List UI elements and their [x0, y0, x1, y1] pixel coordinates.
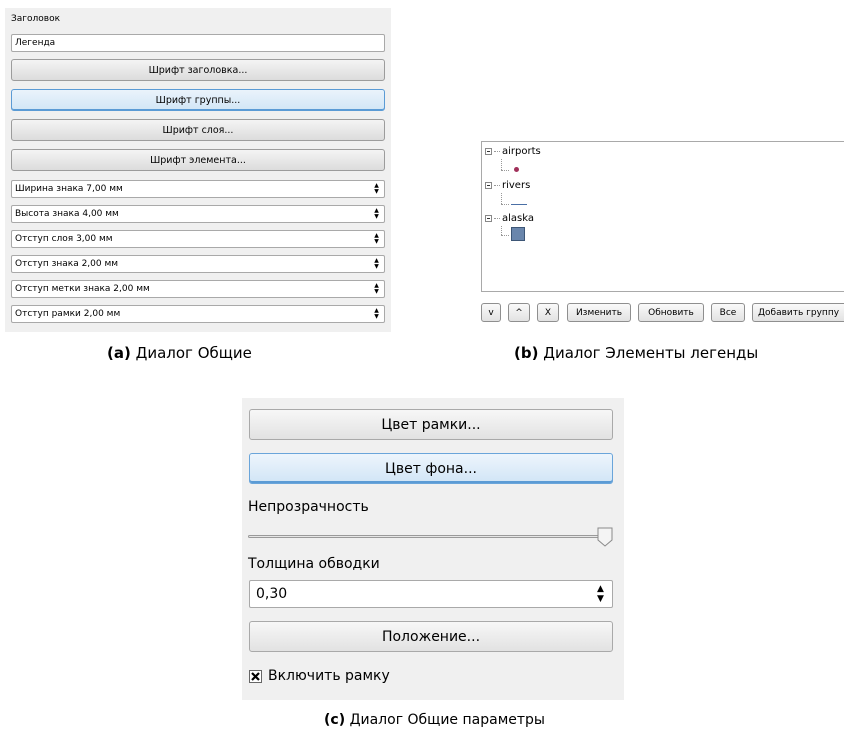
collapse-icon[interactable] [485, 148, 492, 155]
background-color-button[interactable]: Цвет фона... [249, 453, 613, 484]
caption-b: (b) Диалог Элементы легенды [514, 344, 758, 362]
spin-down-icon[interactable]: ▼ [371, 239, 382, 245]
checkbox-checked-icon[interactable] [249, 669, 262, 683]
spin-arrows[interactable]: ▲ ▼ [371, 257, 382, 271]
spin-arrows[interactable]: ▲ ▼ [371, 307, 382, 321]
tree-connector [494, 185, 500, 186]
airports-point-symbol [514, 167, 519, 172]
enable-frame-checkbox[interactable]: Включить рамку [249, 668, 390, 684]
remove-button[interactable]: X [537, 303, 559, 322]
symbol-width-spinbox[interactable]: Ширина знака 7,00 мм ▲ ▼ [11, 180, 385, 198]
caption-b-tag: (b) [514, 344, 539, 362]
caption-a: (a) Диалог Общие [107, 344, 252, 362]
slider-track [248, 535, 608, 538]
spin-arrows[interactable]: ▲ ▼ [371, 182, 382, 196]
caption-a-tag: (a) [107, 344, 131, 362]
tree-connector [494, 218, 500, 219]
stroke-width-spinbox[interactable]: 0,30 ▲ ▼ [249, 580, 613, 608]
move-up-button[interactable]: ^ [508, 303, 530, 322]
spin-down-icon[interactable]: ▼ [371, 314, 382, 320]
alaska-polygon-symbol [511, 227, 525, 241]
caption-c: (c) Диалог Общие параметры [324, 712, 545, 728]
spin-down-icon[interactable]: ▼ [592, 594, 609, 604]
rivers-line-symbol [511, 204, 527, 205]
spin-down-icon[interactable]: ▼ [371, 189, 382, 195]
symbol-space-value: Отступ знака 2,00 мм [15, 259, 119, 269]
spin-up-icon[interactable]: ▲ [592, 584, 609, 594]
stroke-width-value: 0,30 [256, 586, 288, 602]
caption-a-text: Диалог Общие [135, 344, 252, 362]
slider-handle[interactable] [596, 527, 614, 547]
opacity-label: Непрозрачность [248, 499, 369, 515]
frame-color-button[interactable]: Цвет рамки... [249, 409, 613, 440]
box-space-value: Отступ рамки 2,00 мм [15, 309, 121, 319]
title-label: Заголовок [11, 14, 61, 24]
icon-label-space-value: Отступ метки знака 2,00 мм [15, 284, 150, 294]
spin-down-icon[interactable]: ▼ [371, 264, 382, 270]
tree-connector [501, 235, 509, 236]
symbol-height-spinbox[interactable]: Высота знака 4,00 мм ▲ ▼ [11, 205, 385, 223]
symbol-width-value: Ширина знака 7,00 мм [15, 184, 123, 194]
symbol-space-spinbox[interactable]: Отступ знака 2,00 мм ▲ ▼ [11, 255, 385, 273]
symbol-height-value: Высота знака 4,00 мм [15, 209, 119, 219]
tree-connector [494, 151, 500, 152]
tree-connector [501, 204, 509, 205]
position-button[interactable]: Положение... [249, 621, 613, 652]
spin-arrows[interactable]: ▲ ▼ [371, 282, 382, 296]
tree-item-label: airports [502, 146, 541, 157]
title-input[interactable]: Легенда [11, 34, 385, 52]
tree-item-label: rivers [502, 180, 531, 191]
spin-arrows[interactable]: ▲ ▼ [592, 582, 609, 606]
move-down-button[interactable]: v [481, 303, 501, 322]
collapse-icon[interactable] [485, 215, 492, 222]
all-button[interactable]: Все [711, 303, 745, 322]
edit-button[interactable]: Изменить [567, 303, 631, 322]
update-button[interactable]: Обновить [638, 303, 704, 322]
enable-frame-label: Включить рамку [268, 668, 390, 684]
spin-down-icon[interactable]: ▼ [371, 214, 382, 220]
spin-arrows[interactable]: ▲ ▼ [371, 232, 382, 246]
general-params-panel [242, 398, 624, 700]
title-font-button[interactable]: Шрифт заголовка... [11, 59, 385, 81]
icon-label-space-spinbox[interactable]: Отступ метки знака 2,00 мм ▲ ▼ [11, 280, 385, 298]
opacity-slider[interactable] [248, 527, 618, 547]
tree-connector [501, 159, 503, 170]
caption-b-text: Диалог Элементы легенды [543, 344, 759, 362]
legend-items-tree[interactable]: airports rivers alaska [481, 141, 844, 292]
box-space-spinbox[interactable]: Отступ рамки 2,00 мм ▲ ▼ [11, 305, 385, 323]
tree-item-label: alaska [502, 213, 534, 224]
tree-item-airports[interactable]: airports [485, 146, 541, 157]
tree-item-rivers[interactable]: rivers [485, 180, 530, 191]
group-font-button[interactable]: Шрифт группы... [11, 89, 385, 111]
layer-space-spinbox[interactable]: Отступ слоя 3,00 мм ▲ ▼ [11, 230, 385, 248]
spin-down-icon[interactable]: ▼ [371, 289, 382, 295]
caption-c-tag: (c) [324, 712, 346, 728]
spin-arrows[interactable]: ▲ ▼ [371, 207, 382, 221]
tree-item-alaska[interactable]: alaska [485, 213, 534, 224]
tree-connector [501, 226, 503, 235]
layer-font-button[interactable]: Шрифт слоя... [11, 119, 385, 141]
stroke-width-label: Толщина обводки [248, 556, 380, 572]
item-font-button[interactable]: Шрифт элемента... [11, 149, 385, 171]
layer-space-value: Отступ слоя 3,00 мм [15, 234, 113, 244]
tree-connector [501, 170, 509, 171]
tree-connector [501, 193, 503, 204]
caption-c-text: Диалог Общие параметры [349, 712, 545, 728]
collapse-icon[interactable] [485, 182, 492, 189]
add-group-button[interactable]: Добавить группу [752, 303, 844, 322]
